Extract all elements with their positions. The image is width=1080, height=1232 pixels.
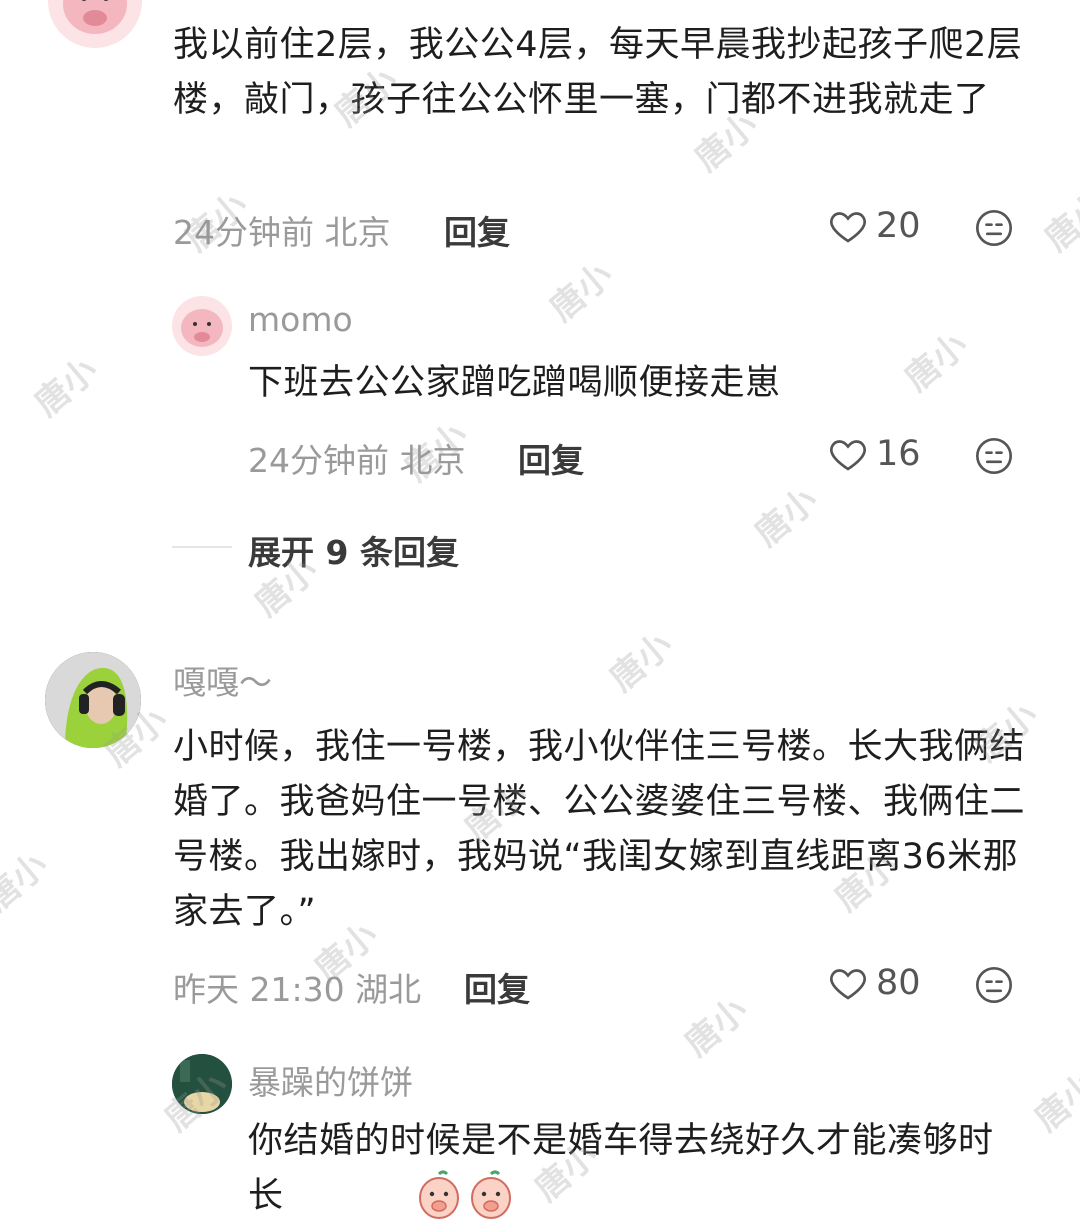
like-count: 20 <box>876 206 921 246</box>
heart-icon <box>830 212 866 243</box>
reply-avatar[interactable] <box>172 1054 232 1114</box>
cover-mouth-emoji-icon <box>419 1170 459 1219</box>
like-count: 16 <box>876 434 921 474</box>
watermark: 唐小 <box>1027 1065 1080 1140</box>
reply-text: 下班去公公家蹭吃蹭喝顺便接走崽 <box>248 363 781 403</box>
comment-meta: 昨天 21:30 湖北 <box>173 970 422 1009</box>
like-count: 80 <box>876 963 921 1003</box>
reply-text: 你结婚的时候是不是婚车得去绕好久才能凑够时长 <box>248 1121 994 1216</box>
dislike-face-icon[interactable] <box>974 208 1014 248</box>
reply-username[interactable]: momo <box>248 300 353 339</box>
reply-avatar[interactable] <box>172 296 232 356</box>
watermark: 唐小 <box>0 845 56 920</box>
avatar-image <box>45 652 141 748</box>
watermark: 唐小 <box>1037 185 1080 260</box>
avatar[interactable] <box>45 652 141 748</box>
reply-button[interactable]: 回复 <box>518 434 584 482</box>
watermark: 唐小 <box>602 625 681 700</box>
dislike-face-icon[interactable] <box>974 965 1014 1005</box>
like-button[interactable]: 20 <box>828 206 921 246</box>
avatar-image <box>63 0 127 34</box>
reply-button[interactable]: 回复 <box>464 963 530 1011</box>
comment-text: 我以前住2层，我公公4层，每天早晨我抄起孩子爬2层楼，敲门，孩子往公公怀里一塞，… <box>173 25 1023 120</box>
avatar-image <box>172 1054 232 1114</box>
heart-icon <box>830 969 866 1000</box>
expand-replies-button[interactable]: 展开 9 条回复 <box>248 526 459 574</box>
reply-button[interactable]: 回复 <box>444 206 510 254</box>
dislike-face-icon[interactable] <box>974 436 1014 476</box>
comment-meta: 24分钟前 北京 <box>173 213 391 252</box>
watermark: 唐小 <box>27 350 106 425</box>
cover-mouth-emoji-icon <box>471 1170 511 1219</box>
avatar[interactable] <box>48 0 142 48</box>
watermark: 唐小 <box>542 255 621 330</box>
heart-icon <box>830 440 866 471</box>
comment-username[interactable]: 嘎嘎～ <box>173 656 272 704</box>
watermark: 唐小 <box>677 990 756 1065</box>
like-button[interactable]: 80 <box>828 963 921 1003</box>
like-button[interactable]: 16 <box>828 434 921 474</box>
avatar-image <box>181 309 223 347</box>
watermark: 唐小 <box>747 480 826 555</box>
emoji-stickers <box>416 1170 514 1220</box>
comment-text: 小时候，我住一号楼，我小伙伴住三号楼。长大我俩结婚了。我爸妈住一号楼、公公婆婆住… <box>173 727 1026 932</box>
expand-divider <box>172 546 232 548</box>
reply-meta: 24分钟前 北京 <box>248 441 466 480</box>
reply-username[interactable]: 暴躁的饼饼 <box>248 1056 413 1104</box>
